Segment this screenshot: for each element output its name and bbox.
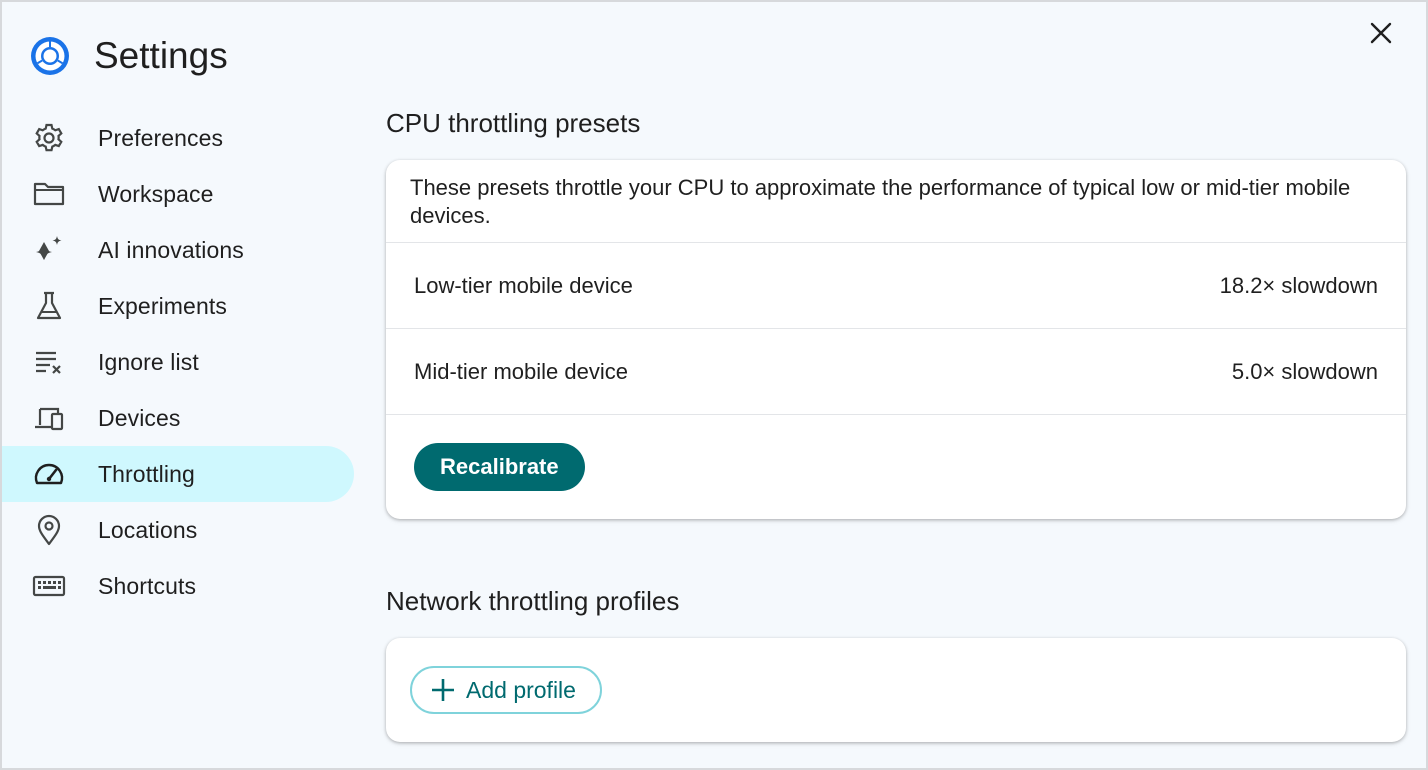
gear-icon <box>32 121 66 155</box>
add-profile-button[interactable]: Add profile <box>410 666 602 714</box>
add-profile-label: Add profile <box>466 676 576 703</box>
cpu-section-title: CPU throttling presets <box>386 108 641 138</box>
sidebar-item-label: Devices <box>98 404 181 431</box>
plus-icon <box>430 677 456 703</box>
sparkle-icon <box>32 233 66 267</box>
close-button[interactable] <box>1366 18 1396 48</box>
sidebar-item-preferences[interactable]: Preferences <box>2 110 354 166</box>
sidebar-item-label: Experiments <box>98 292 227 319</box>
preset-row: Low-tier mobile device 18.2× slowdown <box>386 243 1406 329</box>
sidebar-item-label: Ignore list <box>98 348 199 375</box>
network-profiles-card: Add profile <box>386 638 1406 742</box>
close-icon <box>1370 22 1392 44</box>
sidebar-item-throttling[interactable]: Throttling <box>2 446 354 502</box>
sidebar-item-label: Shortcuts <box>98 572 197 599</box>
sidebar-item-label: Preferences <box>98 124 224 151</box>
ignore-list-icon <box>32 345 66 379</box>
page-title: Settings <box>94 35 228 76</box>
cpu-actions: Recalibrate <box>386 415 1406 519</box>
sidebar-item-devices[interactable]: Devices <box>2 390 354 446</box>
sidebar-item-shortcuts[interactable]: Shortcuts <box>2 558 354 614</box>
cpu-presets-card: These presets throttle your CPU to appro… <box>386 160 1406 519</box>
preset-value: 5.0× slowdown <box>1231 358 1378 384</box>
sidebar-item-locations[interactable]: Locations <box>2 502 354 558</box>
preset-name: Low-tier mobile device <box>414 272 633 298</box>
keyboard-icon <box>32 569 66 603</box>
settings-header: Settings <box>30 32 228 80</box>
preset-name: Mid-tier mobile device <box>414 358 628 384</box>
speedometer-icon <box>32 457 66 491</box>
location-pin-icon <box>32 513 66 547</box>
network-section-title: Network throttling profiles <box>386 586 680 616</box>
settings-sidebar: Preferences Workspace AI innovations Exp… <box>2 110 354 614</box>
sidebar-item-label: Workspace <box>98 180 214 207</box>
chrome-logo-icon <box>31 37 69 75</box>
preset-row: Mid-tier mobile device 5.0× slowdown <box>386 329 1406 415</box>
sidebar-item-workspace[interactable]: Workspace <box>2 166 354 222</box>
sidebar-item-experiments[interactable]: Experiments <box>2 278 354 334</box>
sidebar-item-label: Throttling <box>98 460 195 487</box>
sidebar-item-label: Locations <box>98 516 198 543</box>
cpu-presets-description: These presets throttle your CPU to appro… <box>386 160 1406 243</box>
sidebar-item-label: AI innovations <box>98 236 244 263</box>
sidebar-item-ai-innovations[interactable]: AI innovations <box>2 222 354 278</box>
devices-icon <box>32 401 66 435</box>
sidebar-item-ignore-list[interactable]: Ignore list <box>2 334 354 390</box>
flask-icon <box>32 289 66 323</box>
preset-value: 18.2× slowdown <box>1219 272 1378 298</box>
settings-window: Settings Preferences Workspace AI innova… <box>0 0 1428 770</box>
recalibrate-button[interactable]: Recalibrate <box>414 443 585 491</box>
folder-icon <box>32 177 66 211</box>
